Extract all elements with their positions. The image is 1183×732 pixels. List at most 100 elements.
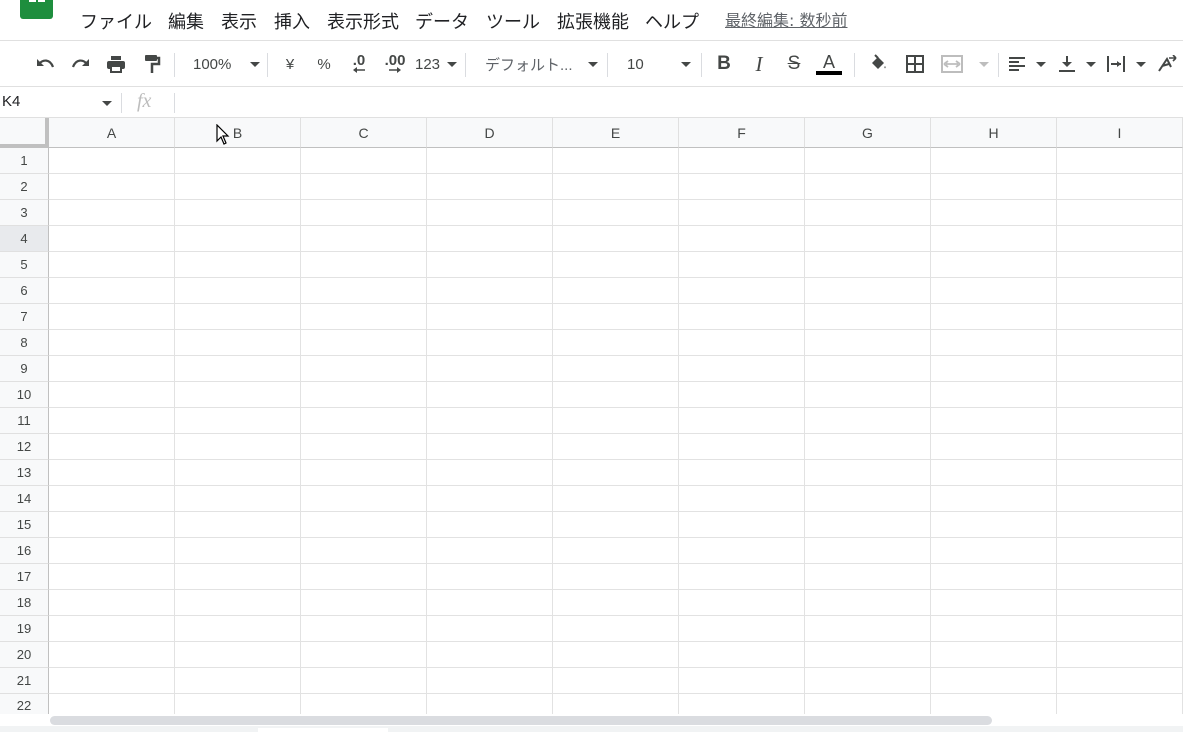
horizontal-align-button[interactable] bbox=[1008, 51, 1046, 77]
merge-cells-button[interactable] bbox=[941, 51, 989, 77]
strikethrough-button[interactable]: S bbox=[782, 51, 806, 77]
row-header-4[interactable]: 4 bbox=[0, 226, 49, 252]
menu-help[interactable]: ヘルプ bbox=[645, 8, 699, 34]
column-header-g[interactable]: G bbox=[805, 118, 931, 148]
italic-icon: I bbox=[755, 51, 763, 76]
column-header-f[interactable]: F bbox=[679, 118, 805, 148]
row-header-8[interactable]: 8 bbox=[0, 330, 49, 356]
horizontal-scrollbar[interactable] bbox=[0, 714, 1183, 726]
font-size-value: 10 bbox=[627, 55, 644, 73]
row-header-3[interactable]: 3 bbox=[0, 200, 49, 226]
column-header-c[interactable]: C bbox=[301, 118, 427, 148]
row-header-1[interactable]: 1 bbox=[0, 148, 49, 174]
increase-decimal-button[interactable]: .00 bbox=[381, 51, 409, 77]
chevron-down-icon bbox=[447, 61, 457, 67]
fill-color-icon[interactable] bbox=[866, 51, 890, 77]
sheets-logo-icon[interactable] bbox=[20, 0, 53, 19]
currency-label: ¥ bbox=[285, 55, 295, 73]
percent-label: % bbox=[317, 55, 331, 73]
menu-extensions[interactable]: 拡張機能 bbox=[557, 8, 629, 34]
text-wrap-icon bbox=[1107, 56, 1125, 72]
text-rotation-icon[interactable] bbox=[1156, 51, 1178, 77]
font-size-dropdown[interactable]: 10 bbox=[620, 51, 691, 77]
column-header-b[interactable]: B bbox=[175, 118, 301, 148]
percent-button[interactable]: % bbox=[314, 51, 334, 77]
zoom-dropdown[interactable]: 100% bbox=[186, 51, 260, 77]
vertical-align-button[interactable] bbox=[1058, 51, 1096, 77]
column-header-e[interactable]: E bbox=[553, 118, 679, 148]
toolbar-divider bbox=[854, 53, 855, 77]
scrollbar-thumb[interactable] bbox=[50, 716, 992, 725]
formula-bar: K4 fx bbox=[0, 88, 1183, 118]
menu-format[interactable]: 表示形式 bbox=[327, 8, 399, 34]
column-header-i[interactable]: I bbox=[1057, 118, 1183, 148]
row-header-16[interactable]: 16 bbox=[0, 538, 49, 564]
row-header-2[interactable]: 2 bbox=[0, 174, 49, 200]
menu-tools[interactable]: ツール bbox=[486, 8, 540, 34]
formula-divider bbox=[121, 93, 122, 113]
menu-edit[interactable]: 編集 bbox=[168, 8, 204, 34]
cell-area[interactable] bbox=[49, 148, 1183, 714]
sheet-tabs-bar bbox=[0, 726, 1183, 732]
redo-icon[interactable] bbox=[69, 51, 93, 77]
column-header-h[interactable]: H bbox=[931, 118, 1057, 148]
arrow-right-icon bbox=[389, 67, 401, 73]
borders-icon[interactable] bbox=[903, 51, 927, 77]
chevron-down-icon[interactable] bbox=[102, 101, 112, 106]
arrow-left-icon bbox=[353, 67, 365, 73]
row-header-18[interactable]: 18 bbox=[0, 590, 49, 616]
column-header-d[interactable]: D bbox=[427, 118, 553, 148]
row-header-13[interactable]: 13 bbox=[0, 460, 49, 486]
row-header-5[interactable]: 5 bbox=[0, 252, 49, 278]
chevron-down-icon bbox=[681, 61, 691, 67]
menu-insert[interactable]: 挿入 bbox=[274, 8, 310, 34]
currency-button[interactable]: ¥ bbox=[280, 51, 300, 77]
print-icon[interactable] bbox=[104, 51, 128, 77]
row-header-19[interactable]: 19 bbox=[0, 616, 49, 642]
menu-view[interactable]: 表示 bbox=[221, 8, 257, 34]
column-header-a[interactable]: A bbox=[49, 118, 175, 148]
text-color-button[interactable]: A bbox=[815, 51, 843, 77]
zoom-value: 100% bbox=[193, 55, 232, 73]
text-wrap-button[interactable] bbox=[1106, 51, 1146, 77]
merge-icon bbox=[941, 55, 963, 73]
more-formats-dropdown[interactable]: 123 bbox=[415, 51, 457, 77]
fx-icon: fx bbox=[137, 90, 152, 112]
italic-button[interactable]: I bbox=[747, 51, 771, 77]
last-edit-link[interactable]: 最終編集: 数秒前 bbox=[725, 7, 847, 31]
font-family-value: デフォルト... bbox=[485, 56, 573, 74]
chevron-down-icon bbox=[250, 61, 260, 67]
row-header-14[interactable]: 14 bbox=[0, 486, 49, 512]
bold-button[interactable]: B bbox=[712, 51, 736, 77]
row-header-12[interactable]: 12 bbox=[0, 434, 49, 460]
name-box[interactable]: K4 bbox=[2, 93, 20, 110]
chevron-down-icon bbox=[588, 61, 598, 67]
text-color-swatch bbox=[816, 71, 842, 75]
menu-file[interactable]: ファイル bbox=[80, 8, 152, 34]
select-all-corner[interactable] bbox=[0, 118, 49, 148]
formula-divider bbox=[174, 93, 175, 113]
mouse-cursor-icon bbox=[216, 124, 230, 145]
row-header-7[interactable]: 7 bbox=[0, 304, 49, 330]
toolbar-divider bbox=[607, 53, 608, 77]
menu-bar: ファイル 編集 表示 挿入 表示形式 データ ツール 拡張機能 ヘルプ 最終編集… bbox=[0, 0, 1183, 40]
row-header-11[interactable]: 11 bbox=[0, 408, 49, 434]
font-family-dropdown[interactable]: デフォルト... bbox=[478, 51, 598, 77]
align-left-icon bbox=[1009, 57, 1025, 71]
decrease-decimal-button[interactable]: .0 bbox=[346, 51, 372, 77]
paint-format-icon[interactable] bbox=[140, 51, 164, 77]
row-header-17[interactable]: 17 bbox=[0, 564, 49, 590]
row-header-22[interactable]: 22 bbox=[0, 694, 49, 714]
row-header-20[interactable]: 20 bbox=[0, 642, 49, 668]
menu-data[interactable]: データ bbox=[415, 8, 469, 34]
row-header-9[interactable]: 9 bbox=[0, 356, 49, 382]
row-header-21[interactable]: 21 bbox=[0, 668, 49, 694]
row-header-10[interactable]: 10 bbox=[0, 382, 49, 408]
strikethrough-icon: S bbox=[787, 53, 801, 74]
sheet-tab[interactable] bbox=[258, 728, 388, 732]
toolbar-divider bbox=[174, 53, 175, 77]
toolbar-divider bbox=[998, 53, 999, 77]
undo-icon[interactable] bbox=[33, 51, 57, 77]
row-header-15[interactable]: 15 bbox=[0, 512, 49, 538]
row-header-6[interactable]: 6 bbox=[0, 278, 49, 304]
